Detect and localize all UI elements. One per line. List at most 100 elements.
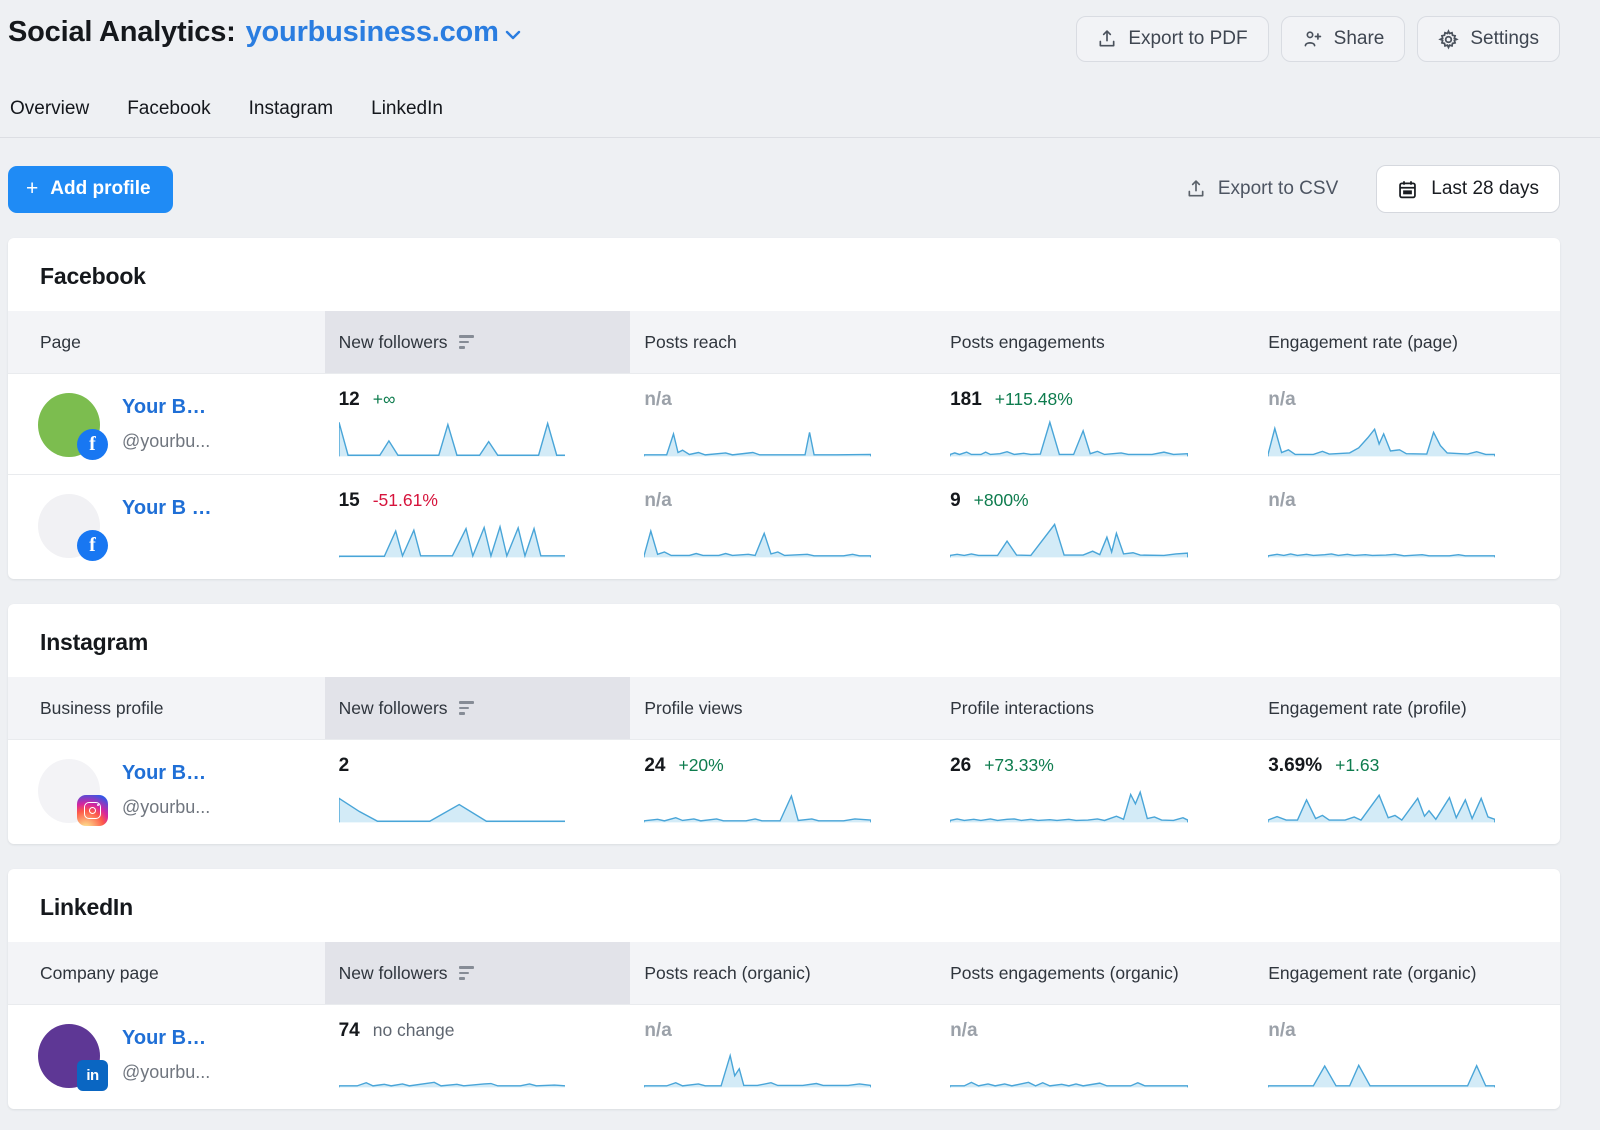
page-title-text: Social Analytics: bbox=[8, 16, 236, 49]
sparkline-chart bbox=[950, 515, 1188, 561]
instagram-table-header: Business profile New followers Profile v… bbox=[8, 677, 1560, 739]
sparkline-chart bbox=[950, 414, 1188, 460]
profile-name-link[interactable]: Your B … bbox=[122, 497, 212, 520]
export-to-pdf-button[interactable]: Export to PDF bbox=[1076, 16, 1268, 62]
metric-value: 181 bbox=[950, 389, 982, 411]
column-header-new-followers[interactable]: New followers bbox=[325, 677, 631, 739]
table-row: in Your B… @yourbu... 74no change n/a n/… bbox=[8, 1004, 1560, 1105]
tab-linkedin[interactable]: LinkedIn bbox=[371, 98, 443, 120]
export-to-csv-label: Export to CSV bbox=[1218, 178, 1338, 200]
sort-descending-icon bbox=[459, 701, 474, 715]
column-header-company-page: Company page bbox=[8, 942, 325, 1004]
metric-change: +115.48% bbox=[995, 389, 1073, 410]
linkedin-section: LinkedIn Company page New followers Post… bbox=[8, 869, 1560, 1109]
metric-value: n/a bbox=[1268, 1020, 1295, 1042]
sparkline-chart bbox=[339, 515, 566, 561]
table-row: f Your B… @yourbu... 12+∞ n/a 181 +115.48… bbox=[8, 373, 1560, 474]
avatar bbox=[38, 759, 100, 823]
section-title-linkedin: LinkedIn bbox=[8, 869, 1560, 942]
metric-profile-views: 24+20% bbox=[630, 755, 936, 826]
profile-cell: f Your B… @yourbu... bbox=[8, 389, 325, 457]
sparkline-chart bbox=[1268, 780, 1495, 826]
sparkline-chart bbox=[644, 414, 871, 460]
profile-handle: @yourbu... bbox=[122, 1062, 210, 1083]
project-domain-dropdown[interactable]: yourbusiness.com bbox=[246, 16, 521, 49]
profile-name-link[interactable]: Your B… bbox=[122, 1027, 210, 1050]
tabs-bar: Overview Facebook Instagram LinkedIn bbox=[0, 98, 1600, 138]
profile-name-link[interactable]: Your B… bbox=[122, 762, 210, 785]
metric-posts-reach: n/a bbox=[630, 490, 936, 561]
sparkline-chart bbox=[644, 780, 871, 826]
column-header-profile-views[interactable]: Profile views bbox=[630, 677, 936, 739]
metric-engagement-rate: 3.69% +1.63 bbox=[1254, 755, 1560, 826]
metric-change: -51.61% bbox=[373, 490, 438, 511]
upload-icon bbox=[1186, 179, 1206, 199]
metric-posts-reach: n/a bbox=[630, 389, 936, 460]
plus-icon: + bbox=[26, 181, 38, 197]
sort-descending-icon bbox=[459, 966, 474, 980]
export-to-pdf-label: Export to PDF bbox=[1128, 28, 1247, 50]
metric-value: 3.69% bbox=[1268, 755, 1322, 777]
share-button[interactable]: Share bbox=[1281, 16, 1406, 62]
profile-handle: @yourbu... bbox=[122, 431, 210, 452]
column-header-posts-engagements-organic[interactable]: Posts engagements (organic) bbox=[936, 942, 1254, 1004]
column-header-posts-engagements[interactable]: Posts engagements bbox=[936, 311, 1254, 373]
profile-cell: in Your B… @yourbu... bbox=[8, 1020, 325, 1088]
metric-new-followers: 15 -51.61% bbox=[325, 490, 631, 561]
chevron-down-icon bbox=[505, 30, 521, 40]
metric-new-followers: 12+∞ bbox=[325, 389, 631, 460]
metric-value: 15 bbox=[339, 490, 360, 512]
tab-overview[interactable]: Overview bbox=[10, 98, 89, 120]
tab-facebook[interactable]: Facebook bbox=[127, 98, 210, 120]
metric-value: 26 bbox=[950, 755, 971, 777]
avatar: f bbox=[38, 393, 100, 457]
metric-posts-reach-organic: n/a bbox=[630, 1020, 936, 1091]
date-range-label: Last 28 days bbox=[1431, 178, 1539, 200]
table-row: Your B… @yourbu... 2 24+20% 26 +73.33% 3.… bbox=[8, 739, 1560, 840]
metric-change: +∞ bbox=[373, 389, 396, 410]
column-header-posts-reach[interactable]: Posts reach bbox=[630, 311, 936, 373]
column-header-posts-reach-organic[interactable]: Posts reach (organic) bbox=[630, 942, 936, 1004]
linkedin-table-header: Company page New followers Posts reach (… bbox=[8, 942, 1560, 1004]
metric-value: n/a bbox=[644, 389, 671, 411]
sparkline-chart bbox=[1268, 414, 1495, 460]
add-profile-button[interactable]: + Add profile bbox=[8, 166, 173, 213]
settings-button[interactable]: Settings bbox=[1417, 16, 1560, 62]
metric-change: +73.33% bbox=[984, 755, 1054, 776]
metric-posts-engagements: 181 +115.48% bbox=[936, 389, 1254, 460]
add-profile-label: Add profile bbox=[50, 178, 150, 200]
column-header-new-followers[interactable]: New followers bbox=[325, 311, 631, 373]
date-range-button[interactable]: Last 28 days bbox=[1376, 165, 1560, 213]
sparkline-chart bbox=[1268, 1045, 1495, 1091]
instagram-badge-icon bbox=[77, 795, 108, 826]
profile-handle: @yourbu... bbox=[122, 797, 210, 818]
sort-descending-icon bbox=[459, 335, 474, 349]
facebook-badge-icon: f bbox=[77, 429, 108, 460]
metric-value: n/a bbox=[644, 1020, 671, 1042]
metric-change: +1.63 bbox=[1335, 755, 1379, 776]
topbar: Social Analytics: yourbusiness.com Expor… bbox=[8, 0, 1560, 62]
instagram-section: Instagram Business profile New followers… bbox=[8, 604, 1560, 844]
column-header-engagement-rate[interactable]: Engagement rate (page) bbox=[1254, 311, 1560, 373]
column-header-engagement-rate[interactable]: Engagement rate (profile) bbox=[1254, 677, 1560, 739]
column-header-profile-interactions[interactable]: Profile interactions bbox=[936, 677, 1254, 739]
sparkline-chart bbox=[1268, 515, 1495, 561]
export-to-csv-button[interactable]: Export to CSV bbox=[1186, 178, 1338, 200]
section-title-facebook: Facebook bbox=[8, 238, 1560, 311]
metric-posts-engagements-organic: n/a bbox=[936, 1020, 1254, 1091]
facebook-badge-icon: f bbox=[77, 530, 108, 561]
avatar: in bbox=[38, 1024, 100, 1088]
tab-instagram[interactable]: Instagram bbox=[249, 98, 333, 120]
avatar: f bbox=[38, 494, 100, 558]
metric-profile-interactions: 26 +73.33% bbox=[936, 755, 1254, 826]
metric-value: 74 bbox=[339, 1020, 360, 1042]
profile-name-link[interactable]: Your B… bbox=[122, 396, 210, 419]
column-header-engagement-rate-organic[interactable]: Engagement rate (organic) bbox=[1254, 942, 1560, 1004]
toolbar: + Add profile Export to CSV Last 28 days bbox=[8, 165, 1560, 213]
metric-value: n/a bbox=[950, 1020, 977, 1042]
metric-value: 9 bbox=[950, 490, 961, 512]
metric-new-followers: 2 bbox=[325, 755, 631, 826]
column-header-new-followers[interactable]: New followers bbox=[325, 942, 631, 1004]
sparkline-chart bbox=[950, 1045, 1188, 1091]
metric-value: n/a bbox=[1268, 389, 1295, 411]
